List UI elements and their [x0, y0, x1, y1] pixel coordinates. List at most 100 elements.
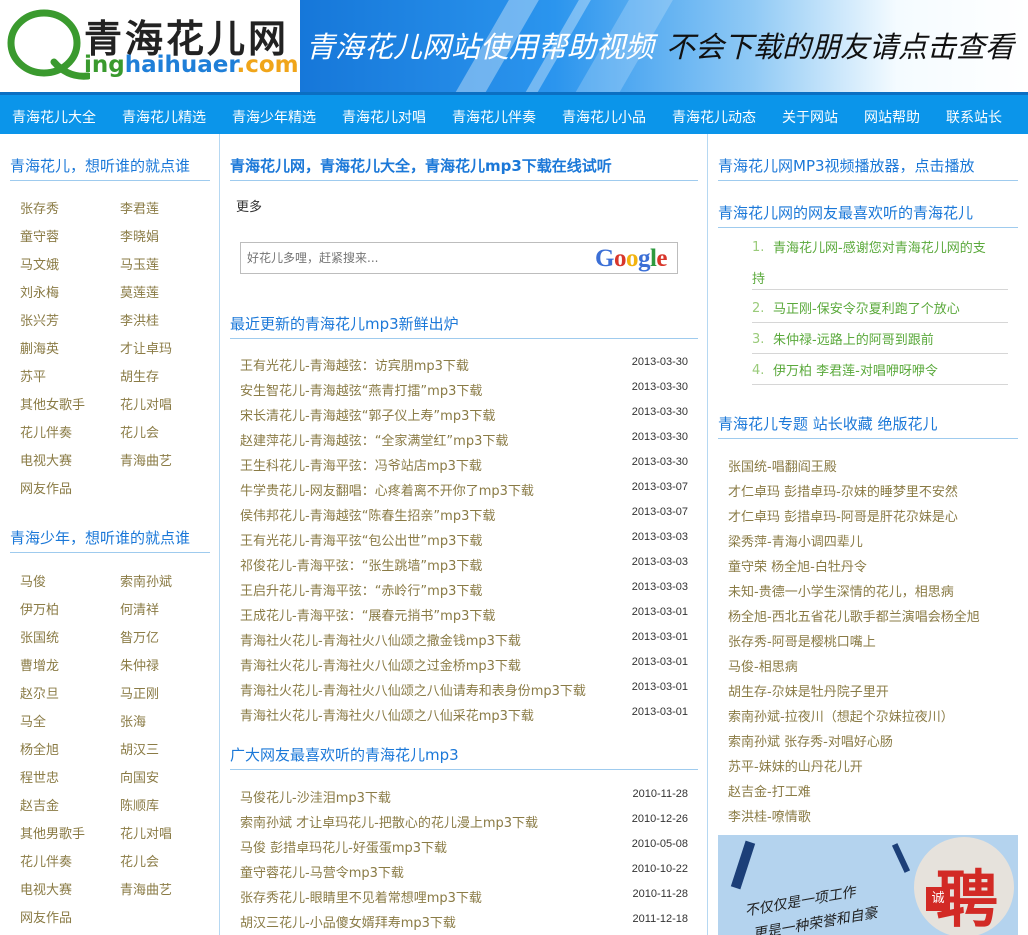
nav-item[interactable]: 关于网站	[782, 107, 838, 127]
song-title-link[interactable]: 牛学贵花儿-网友翻唱：心疼着离不开你了mp3下载	[240, 480, 534, 499]
song-title-link[interactable]: 王启升花儿-青海平弦：“赤岭行”mp3下载	[240, 580, 482, 599]
song-row[interactable]: 王有光花儿-青海越弦：访宾朋mp3下载 2013-03-30	[240, 355, 688, 377]
singer-link[interactable]: 网友作品	[20, 478, 72, 497]
song-row[interactable]: 青海社火花儿-青海社火八仙颂之八仙采花mp3下载 2013-03-01	[240, 705, 688, 727]
singer-link[interactable]: 青海曲艺	[120, 450, 172, 469]
singer-link[interactable]: 童守蓉	[20, 226, 59, 245]
singer-link[interactable]: 花儿伴奏	[20, 422, 72, 441]
singer-link[interactable]: 朱仲禄	[120, 655, 159, 674]
google-search-button[interactable]: Google	[595, 245, 667, 273]
special-song-link[interactable]: 胡生存-尕妹是牡丹院子里开	[728, 681, 889, 700]
song-row[interactable]: 马俊花儿-沙洼泪mp3下载 2010-11-28	[240, 787, 688, 809]
singer-link[interactable]: 伊万柏	[20, 599, 59, 618]
song-title-link[interactable]: 索南孙斌 才让卓玛花儿-把散心的花儿漫上mp3下载	[240, 812, 538, 831]
singer-link[interactable]: 马文娥	[20, 254, 59, 273]
favorite-song-link[interactable]: 伊万柏 李君莲-对唱咿呀咿令	[752, 363, 1008, 385]
nav-item[interactable]: 网站帮助	[864, 107, 920, 127]
favorite-song-link[interactable]: 朱仲禄-远路上的阿哥到跟前	[752, 332, 1008, 354]
song-title-link[interactable]: 祁俊花儿-青海平弦：“张生跳墙”mp3下载	[240, 555, 482, 574]
singer-link[interactable]: 青海曲艺	[120, 879, 172, 898]
song-title-link[interactable]: 王生科花儿-青海平弦：冯爷站店mp3下载	[240, 455, 482, 474]
singer-link[interactable]: 杨全旭	[20, 739, 59, 758]
special-song-link[interactable]: 童守荣 杨全旭-白牡丹令	[728, 556, 867, 575]
song-title-link[interactable]: 马俊花儿-沙洼泪mp3下载	[240, 787, 391, 806]
nav-item[interactable]: 青海花儿大全	[12, 107, 96, 127]
singer-link[interactable]: 网友作品	[20, 907, 72, 926]
song-row[interactable]: 童守蓉花儿-马营令mp3下载 2010-10-22	[240, 862, 688, 884]
song-row[interactable]: 青海社火花儿-青海社火八仙颂之撒金钱mp3下载 2013-03-01	[240, 630, 688, 652]
singer-link[interactable]: 何清祥	[120, 599, 159, 618]
singer-link[interactable]: 张存秀	[20, 198, 59, 217]
singer-link[interactable]: 赵尕旦	[20, 683, 59, 702]
nav-item[interactable]: 联系站长	[946, 107, 1002, 127]
site-logo[interactable]: 青海花儿网 inghaihuaer.com	[0, 0, 300, 92]
singer-link[interactable]: 电视大赛	[20, 879, 72, 898]
singer-link[interactable]: 李晓娟	[120, 226, 159, 245]
singer-link[interactable]: 李君莲	[120, 198, 159, 217]
song-title-link[interactable]: 宋长清花儿-青海越弦“郭子仪上寿”mp3下载	[240, 405, 495, 424]
singer-link[interactable]: 索南孙斌	[120, 571, 172, 590]
singer-link[interactable]: 胡汉三	[120, 739, 159, 758]
song-row[interactable]: 张存秀花儿-眼睛里不见着常想哩mp3下载 2010-11-28	[240, 887, 688, 909]
special-song-link[interactable]: 未知-贵德一小学生深情的花儿，相思病	[728, 581, 954, 600]
special-song-link[interactable]: 张国统-唱翻阎王殿	[728, 456, 837, 475]
song-row[interactable]: 王成花儿-青海平弦：“展春元捎书”mp3下载 2013-03-01	[240, 605, 688, 627]
special-song-link[interactable]: 才仁卓玛 彭措卓玛-阿哥是肝花尕妹是心	[728, 506, 958, 525]
song-title-link[interactable]: 张存秀花儿-眼睛里不见着常想哩mp3下载	[240, 887, 482, 906]
singer-link[interactable]: 向国安	[120, 767, 159, 786]
song-row[interactable]: 祁俊花儿-青海平弦：“张生跳墙”mp3下载 2013-03-03	[240, 555, 688, 577]
special-song-link[interactable]: 苏平-妹妹的山丹花儿开	[728, 756, 863, 775]
help-video-banner[interactable]: 青海花儿网站使用帮助视频 不会下载的朋友请点击查看	[300, 0, 1028, 92]
singer-link[interactable]: 其他男歌手	[20, 823, 85, 842]
song-title-link[interactable]: 马俊 彭措卓玛花儿-好蛋蛋mp3下载	[240, 837, 447, 856]
special-song-link[interactable]: 杨全旭-西北五省花儿歌手都兰演唱会杨全旭	[728, 606, 980, 625]
singer-link[interactable]: 马全	[20, 711, 46, 730]
singer-link[interactable]: 张兴芳	[20, 310, 59, 329]
song-title-link[interactable]: 青海社火花儿-青海社火八仙颂之过金桥mp3下载	[240, 655, 521, 674]
singer-link[interactable]: 花儿伴奏	[20, 851, 72, 870]
nav-item[interactable]: 青海花儿动态	[672, 107, 756, 127]
song-title-link[interactable]: 王成花儿-青海平弦：“展春元捎书”mp3下载	[240, 605, 495, 624]
singer-link[interactable]: 张国统	[20, 627, 59, 646]
song-row[interactable]: 赵建萍花儿-青海越弦：“全家满堂红”mp3下载 2013-03-30	[240, 430, 688, 452]
singer-link[interactable]: 花儿对唱	[120, 823, 172, 842]
nav-item[interactable]: 青海花儿小品	[562, 107, 646, 127]
singer-link[interactable]: 电视大赛	[20, 450, 72, 469]
song-row[interactable]: 马俊 彭措卓玛花儿-好蛋蛋mp3下载 2010-05-08	[240, 837, 688, 859]
singer-link[interactable]: 马玉莲	[120, 254, 159, 273]
song-title-link[interactable]: 胡汉三花儿-小品傻女婿拜寿mp3下载	[240, 912, 456, 931]
song-title-link[interactable]: 童守蓉花儿-马营令mp3下载	[240, 862, 404, 881]
singer-link[interactable]: 才让卓玛	[120, 338, 172, 357]
nav-item[interactable]: 青海花儿伴奏	[452, 107, 536, 127]
nav-item[interactable]: 青海少年精选	[232, 107, 316, 127]
singer-link[interactable]: 张海	[120, 711, 146, 730]
nav-item[interactable]: 青海花儿对唱	[342, 107, 426, 127]
singer-link[interactable]: 蒯海英	[20, 338, 59, 357]
special-song-link[interactable]: 索南孙斌-拉夜川（想起个尕妹拉夜川）	[728, 706, 954, 725]
song-row[interactable]: 侯伟邦花儿-青海越弦“陈春生招亲”mp3下载 2013-03-07	[240, 505, 688, 527]
song-row[interactable]: 青海社火花儿-青海社火八仙颂之过金桥mp3下载 2013-03-01	[240, 655, 688, 677]
song-row[interactable]: 索南孙斌 才让卓玛花儿-把散心的花儿漫上mp3下载 2010-12-26	[240, 812, 688, 834]
special-song-link[interactable]: 索南孙斌 张存秀-对唱好心肠	[728, 731, 893, 750]
song-title-link[interactable]: 王有光花儿-青海越弦：访宾朋mp3下载	[240, 355, 469, 374]
singer-link[interactable]: 花儿会	[120, 851, 159, 870]
singer-link[interactable]: 花儿对唱	[120, 394, 172, 413]
singer-link[interactable]: 昝万亿	[120, 627, 159, 646]
singer-link[interactable]: 其他女歌手	[20, 394, 85, 413]
singer-link[interactable]: 莫莲莲	[120, 282, 159, 301]
recruitment-ad[interactable]: 不仅仅是一项工作 更是一种荣誉和自豪 聘 诚	[718, 835, 1018, 935]
search-input[interactable]	[247, 251, 567, 265]
player-link-title[interactable]: 青海花儿网MP3视频播放器，点击播放	[718, 155, 1018, 181]
singer-link[interactable]: 胡生存	[120, 366, 159, 385]
song-title-link[interactable]: 青海社火花儿-青海社火八仙颂之八仙采花mp3下载	[240, 705, 534, 724]
singer-link[interactable]: 苏平	[20, 366, 46, 385]
song-row[interactable]: 牛学贵花儿-网友翻唱：心疼着离不开你了mp3下载 2013-03-07	[240, 480, 688, 502]
song-row[interactable]: 宋长清花儿-青海越弦“郭子仪上寿”mp3下载 2013-03-30	[240, 405, 688, 427]
singer-link[interactable]: 马正刚	[120, 683, 159, 702]
nav-item[interactable]: 青海花儿精选	[122, 107, 206, 127]
special-song-link[interactable]: 马俊-相思病	[728, 656, 798, 675]
song-title-link[interactable]: 侯伟邦花儿-青海越弦“陈春生招亲”mp3下载	[240, 505, 495, 524]
special-song-link[interactable]: 才仁卓玛 彭措卓玛-尕妹的睡梦里不安然	[728, 481, 958, 500]
more-link[interactable]: 更多	[236, 196, 262, 215]
special-song-link[interactable]: 李洪桂-嘹情歌	[728, 806, 811, 825]
